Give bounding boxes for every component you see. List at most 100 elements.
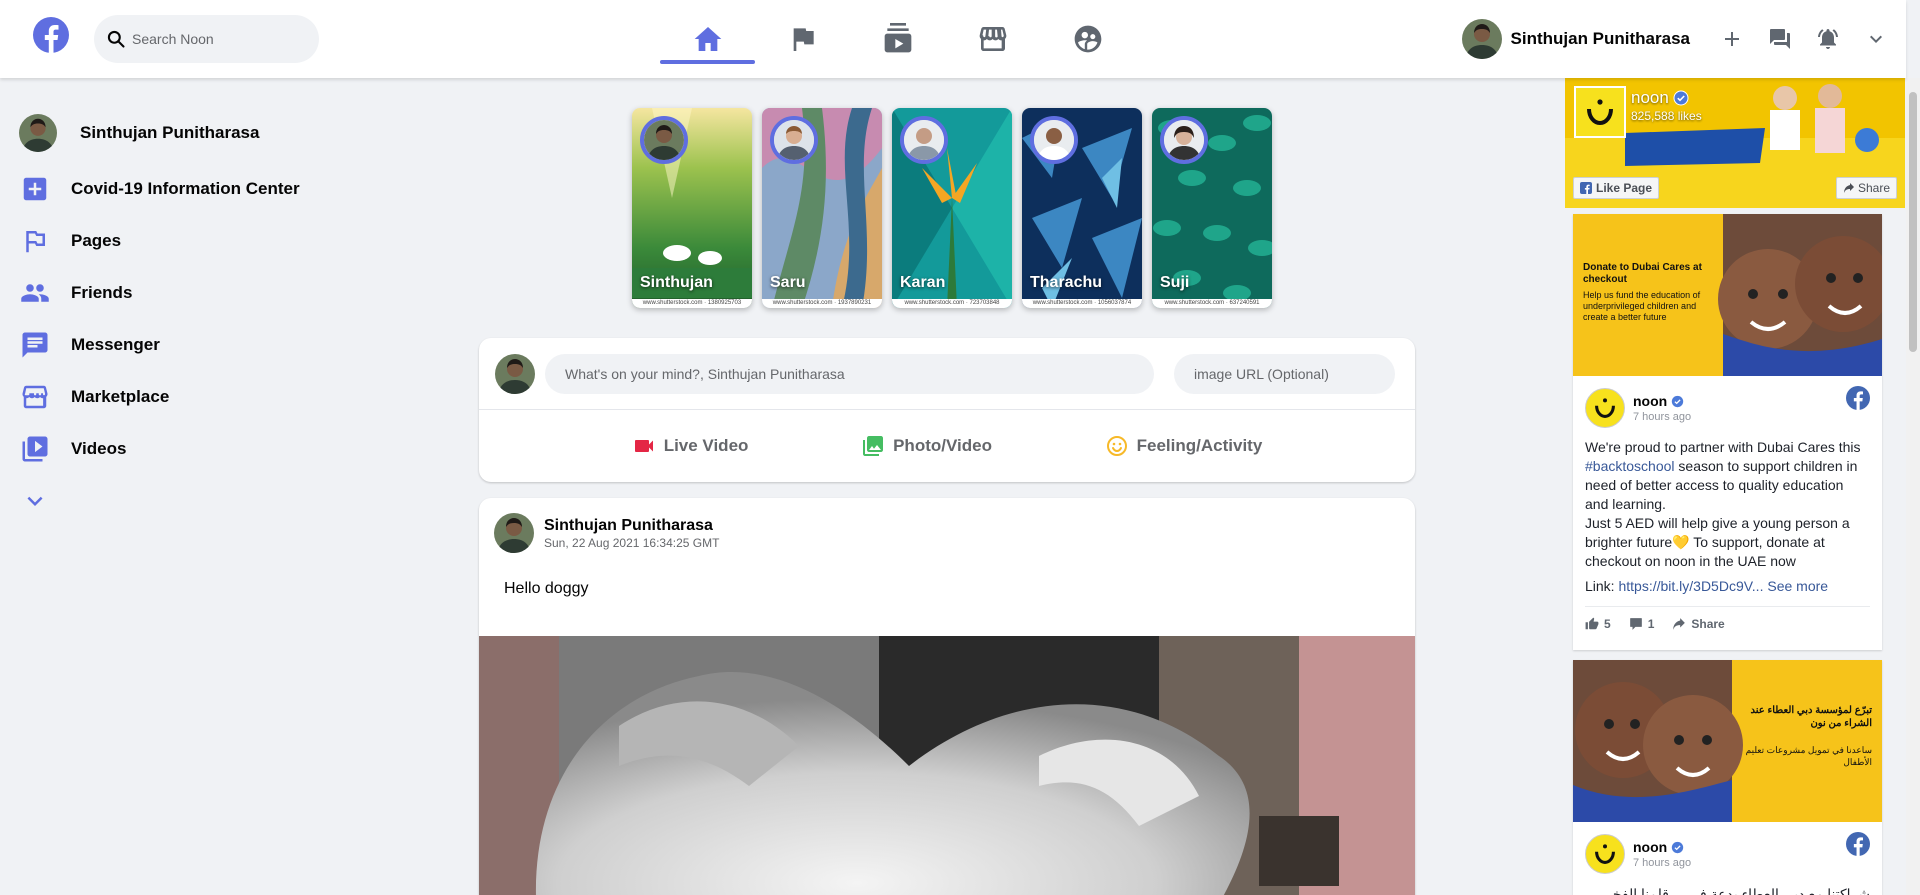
avatar <box>19 114 57 152</box>
ad-post-header: noon 7 hours ago <box>1573 376 1882 428</box>
sidebar-item-label: Videos <box>71 439 127 458</box>
messenger-button[interactable] <box>1756 15 1804 63</box>
storefront-icon <box>979 27 1006 51</box>
ad-post-link-line: Link: https://bit.ly/3D5Dc9V... See more <box>1585 577 1870 596</box>
left-sidebar: Sinthujan Punitharasa Covid-19 Informati… <box>19 111 319 527</box>
create-button[interactable] <box>1708 15 1756 63</box>
noon-logo-icon <box>1574 86 1626 138</box>
comment-count-button[interactable]: 1 <box>1629 617 1654 631</box>
ad-post-author[interactable]: noon <box>1633 839 1691 855</box>
link-prefix: Link: <box>1585 578 1619 594</box>
avatar[interactable] <box>1461 19 1502 59</box>
facebook-logo-icon[interactable] <box>1846 832 1870 856</box>
plus-square-icon <box>19 173 51 205</box>
facebook-logo-icon[interactable] <box>33 17 69 53</box>
post-text: Hello doggy <box>504 580 589 597</box>
ad-post-banner[interactable]: تبرّع لمؤسسة دبي العطاء عند الشراء من نو… <box>1573 660 1882 822</box>
page-plugin-header[interactable]: noon 825,588 likes Like Page Share <box>1565 78 1905 208</box>
smiley-icon <box>1106 436 1127 456</box>
plus-icon <box>1725 32 1739 46</box>
home-icon <box>694 27 721 51</box>
sidebar-see-more[interactable] <box>19 475 319 527</box>
top-navbar: Sinthujan Punitharasa <box>0 0 1906 78</box>
status-input[interactable] <box>545 353 1154 394</box>
feeling-activity-button[interactable]: Feeling/Activity <box>1105 434 1262 458</box>
avatar[interactable] <box>494 513 534 553</box>
noon-logo-icon[interactable] <box>1585 388 1625 428</box>
share-page-button[interactable]: Share <box>1835 177 1897 199</box>
nav-marketplace[interactable] <box>945 0 1040 78</box>
notifications-button[interactable] <box>1804 15 1852 63</box>
ad-banner-subtitle: ساعدنا في تمويل مشروعات تعليم الأطفال <box>1745 745 1872 767</box>
sidebar-item-marketplace[interactable]: Marketplace <box>19 371 319 423</box>
sidebar-item-messenger[interactable]: Messenger <box>19 319 319 371</box>
photo-library-icon <box>863 436 884 456</box>
post-author[interactable]: Sinthujan Punitharasa <box>544 517 719 535</box>
story-card[interactable]: Suji www.shutterstock.com · 637240591 <box>1152 108 1272 308</box>
sidebar-item-covid[interactable]: Covid-19 Information Center <box>19 163 319 215</box>
sidebar-item-profile[interactable]: Sinthujan Punitharasa <box>19 111 319 155</box>
post-image[interactable] <box>479 636 1415 895</box>
like-count-button[interactable]: 5 <box>1585 617 1611 631</box>
like-count: 5 <box>1604 617 1611 631</box>
video-subscriptions-icon <box>884 23 911 53</box>
story-card[interactable]: Sinthujan www.shutterstock.com · 1380925… <box>632 108 752 308</box>
ad-post-author-text: noon <box>1633 839 1668 855</box>
story-avatar <box>1030 116 1078 164</box>
comment-icon <box>1629 618 1642 630</box>
story-card[interactable]: Saru www.shutterstock.com · 1937890231 <box>762 108 882 308</box>
story-card[interactable]: Tharachu www.shutterstock.com · 10560378… <box>1022 108 1142 308</box>
storefront-icon <box>19 381 51 413</box>
sidebar-item-friends[interactable]: Friends <box>19 267 319 319</box>
live-video-label: Live Video <box>663 436 749 455</box>
ad-post-card: تبرّع لمؤسسة دبي العطاء عند الشراء من نو… <box>1573 660 1882 895</box>
header-right: Sinthujan Punitharasa <box>1461 0 1906 78</box>
page-scrollbar[interactable] <box>1906 78 1920 895</box>
sidebar-item-pages[interactable]: Pages <box>19 215 319 267</box>
ad-post-time: 7 hours ago <box>1633 411 1692 423</box>
share-post-button[interactable]: Share <box>1672 617 1725 631</box>
story-watermark: www.shutterstock.com · 1937890231 <box>762 299 882 308</box>
verified-badge-icon <box>1673 90 1689 106</box>
search-input[interactable] <box>132 31 302 47</box>
story-name: Suji <box>1160 274 1190 291</box>
image-url-input[interactable] <box>1174 353 1395 394</box>
header-user-name[interactable]: Sinthujan Punitharasa <box>1511 29 1690 49</box>
sidebar-item-videos[interactable]: Videos <box>19 423 319 475</box>
story-card[interactable]: Karan www.shutterstock.com · 723703848 <box>892 108 1012 308</box>
forum-icon <box>1770 29 1790 49</box>
hashtag-link[interactable]: #backtoschool <box>1585 458 1675 474</box>
sidebar-item-label: Pages <box>71 231 122 250</box>
groups-icon <box>1074 25 1101 53</box>
story-name: Karan <box>900 274 946 291</box>
account-menu-button[interactable] <box>1852 15 1900 63</box>
ad-post-text-2: Just 5 AED will help give a young person… <box>1585 515 1850 569</box>
verified-badge-icon <box>1672 841 1684 853</box>
sidebar-item-label: Covid-19 Information Center <box>71 179 300 198</box>
like-page-button[interactable]: Like Page <box>1573 177 1660 199</box>
story-watermark: www.shutterstock.com · 723703848 <box>892 299 1012 308</box>
shortened-link[interactable]: https://bit.ly/3D5Dc9V... <box>1618 578 1763 594</box>
facebook-logo-icon[interactable] <box>1846 386 1870 410</box>
nav-home[interactable] <box>660 0 755 78</box>
flag-icon <box>19 225 51 257</box>
photo-video-button[interactable]: Photo/Video <box>861 434 992 458</box>
page-name[interactable]: noon <box>1631 88 1689 108</box>
ad-post-banner[interactable]: Donate to Dubai Cares at checkout Help u… <box>1573 214 1882 376</box>
live-video-button[interactable]: Live Video <box>632 434 749 458</box>
story-avatar <box>770 116 818 164</box>
post-composer: Live Video Photo/Video Feeling/Activity <box>479 338 1415 482</box>
nav-pages[interactable] <box>755 0 850 78</box>
photo-video-label: Photo/Video <box>893 436 992 455</box>
noon-logo-icon[interactable] <box>1585 834 1625 874</box>
scrollbar-thumb[interactable] <box>1909 92 1917 352</box>
bell-icon <box>1818 29 1838 49</box>
see-more-link[interactable]: See more <box>1767 578 1828 594</box>
share-arrow-icon <box>1673 618 1686 630</box>
search-bar[interactable] <box>94 15 319 63</box>
nav-watch[interactable] <box>850 0 945 78</box>
avatar <box>495 353 535 394</box>
thumbs-up-icon <box>1585 617 1599 630</box>
nav-groups[interactable] <box>1040 0 1135 78</box>
ad-post-author[interactable]: noon <box>1633 393 1691 409</box>
